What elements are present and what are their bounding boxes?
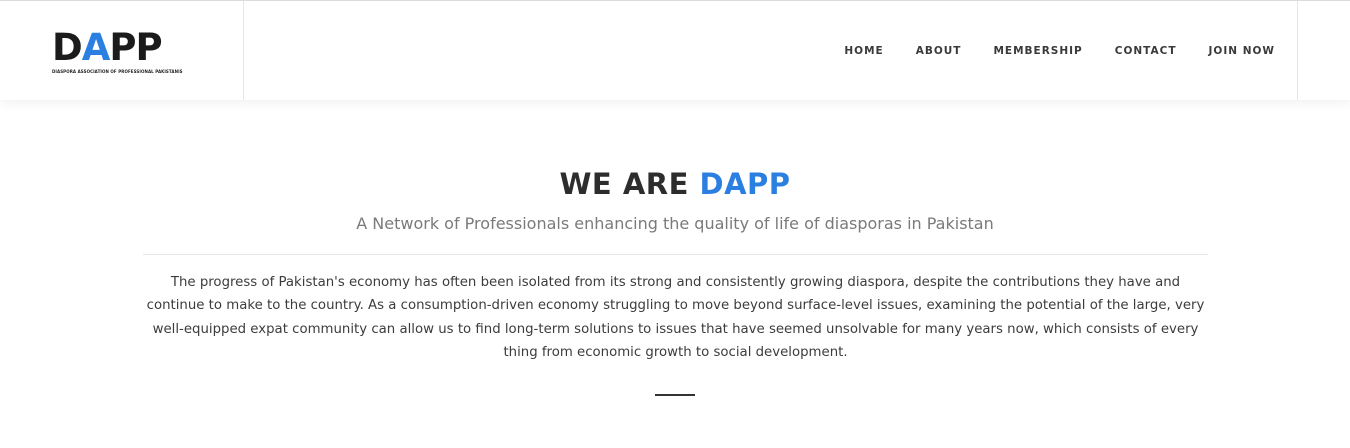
title-prefix: WE ARE <box>559 167 689 201</box>
nav-item-home[interactable]: HOME <box>844 45 883 57</box>
title-accent: DAPP <box>699 167 791 201</box>
header-divider <box>1297 1 1298 100</box>
nav-item-membership[interactable]: MEMBERSHIP <box>993 45 1082 57</box>
dapp-logo[interactable]: DAPP DIASPORA ASSOCIATION OF PROFESSIONA… <box>52 28 192 76</box>
intro-paragraph: The progress of Pakistan's economy has o… <box>146 275 1205 360</box>
nav-item-join-now[interactable]: JOIN NOW <box>1209 45 1275 57</box>
nav-item-about[interactable]: ABOUT <box>916 45 962 57</box>
site-header: DAPP DIASPORA ASSOCIATION OF PROFESSIONA… <box>0 0 1350 100</box>
logo-container: DAPP DIASPORA ASSOCIATION OF PROFESSIONA… <box>0 1 244 100</box>
page-title: WE ARE DAPP <box>0 164 1350 204</box>
logo-wordmark: DAPP <box>52 26 163 69</box>
divider-line <box>143 254 1208 255</box>
nav-item-contact[interactable]: CONTACT <box>1115 45 1177 57</box>
page-subtitle: A Network of Professionals enhancing the… <box>356 214 994 233</box>
main-nav: HOME ABOUT MEMBERSHIP CONTACT JOIN NOW <box>844 1 1275 100</box>
logo-tagline: DIASPORA ASSOCIATION OF PROFESSIONAL PAK… <box>52 69 183 74</box>
section-separator <box>655 394 695 396</box>
